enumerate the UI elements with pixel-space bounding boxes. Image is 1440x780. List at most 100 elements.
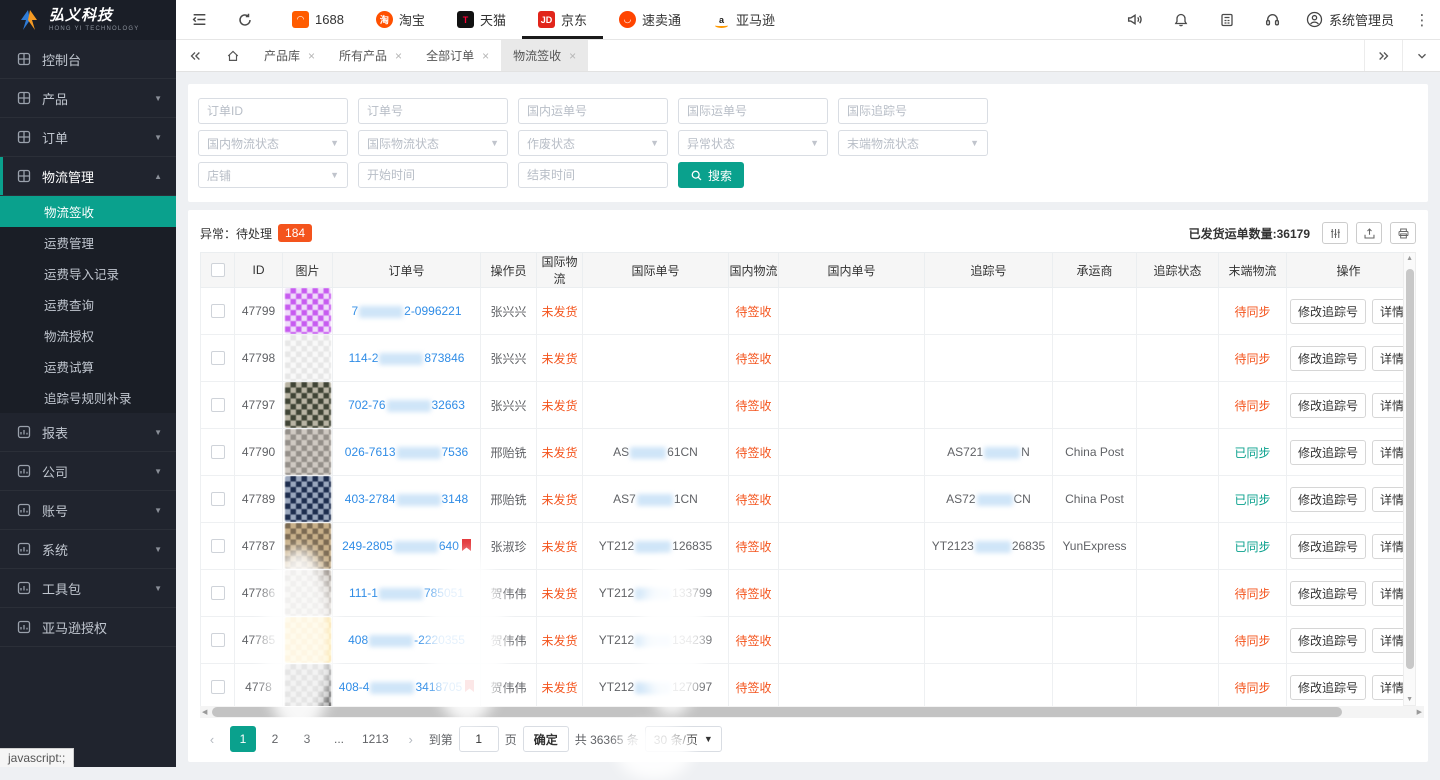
- detail-button[interactable]: 详情: [1372, 534, 1403, 559]
- order-number-link[interactable]: 114-2873846: [349, 351, 465, 365]
- sidebar-subitem[interactable]: 运费查询: [0, 289, 176, 320]
- sidebar-item[interactable]: 物流管理 ▲: [0, 157, 176, 196]
- page-number[interactable]: 2: [262, 726, 288, 752]
- platform-item[interactable]: T 天猫: [441, 0, 522, 39]
- sidebar-subitem[interactable]: 运费导入记录: [0, 258, 176, 289]
- tabs-scroll-right-icon[interactable]: [1364, 40, 1402, 71]
- product-image[interactable]: [285, 617, 331, 663]
- order-number-link[interactable]: 249-2805640: [342, 539, 459, 553]
- sidebar-subitem[interactable]: 运费管理: [0, 227, 176, 258]
- product-image[interactable]: [285, 429, 331, 475]
- detail-button[interactable]: 详情: [1372, 346, 1403, 371]
- tabs-scroll-left-icon[interactable]: [176, 40, 214, 71]
- row-checkbox[interactable]: [211, 445, 225, 459]
- detail-button[interactable]: 详情: [1372, 299, 1403, 324]
- edit-tracking-button[interactable]: 修改追踪号: [1290, 534, 1366, 559]
- detail-button[interactable]: 详情: [1372, 675, 1403, 700]
- platform-item[interactable]: JD 京东: [522, 0, 603, 39]
- order-number-link[interactable]: 403-27843148: [345, 492, 468, 506]
- page-tab[interactable]: 全部订单 ×: [414, 40, 501, 71]
- order-number-link[interactable]: 026-76137536: [345, 445, 468, 459]
- product-image[interactable]: [285, 523, 331, 569]
- product-image[interactable]: [285, 570, 331, 616]
- refresh-icon[interactable]: [222, 0, 268, 39]
- page-size-select[interactable]: 30 条/页 ▼: [645, 726, 722, 752]
- row-checkbox[interactable]: [211, 492, 225, 506]
- sidebar-item[interactable]: 订单 ▼: [0, 118, 176, 157]
- end-time-input[interactable]: [518, 162, 668, 188]
- filter-select[interactable]: 异常状态 ▼: [678, 130, 828, 156]
- product-image[interactable]: [285, 382, 331, 428]
- vertical-scrollbar-thumb[interactable]: [1406, 269, 1414, 669]
- filter-input[interactable]: [678, 98, 828, 124]
- headset-support-icon[interactable]: [1250, 0, 1296, 39]
- page-number[interactable]: ...: [326, 726, 352, 752]
- sidebar-item[interactable]: 系统 ▼: [0, 530, 176, 569]
- page-tab[interactable]: 物流签收 ×: [501, 40, 588, 71]
- edit-tracking-button[interactable]: 修改追踪号: [1290, 440, 1366, 465]
- horizontal-scrollbar-thumb[interactable]: [212, 707, 1342, 717]
- edit-tracking-button[interactable]: 修改追踪号: [1290, 487, 1366, 512]
- edit-tracking-button[interactable]: 修改追踪号: [1290, 393, 1366, 418]
- scroll-down-icon[interactable]: ▼: [1404, 696, 1415, 703]
- filter-input[interactable]: [198, 98, 348, 124]
- filter-select[interactable]: 作废状态 ▼: [518, 130, 668, 156]
- platform-item[interactable]: ◠ 1688: [276, 0, 360, 39]
- next-page-icon[interactable]: ›: [399, 726, 423, 752]
- sidebar-item[interactable]: 控制台: [0, 40, 176, 79]
- page-tab[interactable]: 所有产品 ×: [327, 40, 414, 71]
- row-checkbox[interactable]: [211, 586, 225, 600]
- page-number[interactable]: 1: [230, 726, 256, 752]
- row-checkbox[interactable]: [211, 304, 225, 318]
- horizontal-scrollbar[interactable]: ◀ ▶: [200, 706, 1424, 718]
- column-settings-button[interactable]: [1322, 222, 1348, 244]
- sidebar-subitem[interactable]: 追踪号规则补录: [0, 382, 176, 413]
- tabs-menu-icon[interactable]: [1402, 40, 1440, 71]
- product-image[interactable]: [285, 335, 331, 381]
- search-button[interactable]: 搜索: [678, 162, 744, 188]
- notification-bell-icon[interactable]: [1158, 0, 1204, 39]
- filter-select[interactable]: 国内物流状态 ▼: [198, 130, 348, 156]
- page-number[interactable]: 1213: [358, 726, 393, 752]
- detail-button[interactable]: 详情: [1372, 440, 1403, 465]
- filter-select[interactable]: 末端物流状态 ▼: [838, 130, 988, 156]
- more-options-icon[interactable]: ⋮: [1404, 0, 1440, 39]
- product-image[interactable]: [285, 476, 331, 522]
- tab-close-icon[interactable]: ×: [395, 49, 402, 63]
- detail-button[interactable]: 详情: [1372, 393, 1403, 418]
- row-checkbox[interactable]: [211, 539, 225, 553]
- tab-close-icon[interactable]: ×: [308, 49, 315, 63]
- filter-input[interactable]: [838, 98, 988, 124]
- edit-tracking-button[interactable]: 修改追踪号: [1290, 581, 1366, 606]
- row-checkbox[interactable]: [211, 398, 225, 412]
- product-image[interactable]: [285, 664, 331, 706]
- goto-page-input[interactable]: [459, 726, 499, 752]
- prev-page-icon[interactable]: ‹: [200, 726, 224, 752]
- collapse-sidebar-icon[interactable]: [176, 0, 222, 39]
- order-number-link[interactable]: 408-43418705: [339, 680, 462, 694]
- sidebar-subitem[interactable]: 运费试算: [0, 351, 176, 382]
- row-checkbox[interactable]: [211, 633, 225, 647]
- announcement-icon[interactable]: [1112, 0, 1158, 39]
- sidebar-item[interactable]: 亚马逊授权: [0, 608, 176, 647]
- order-number-link[interactable]: 408-2220355: [348, 633, 465, 647]
- sidebar-subitem[interactable]: 物流授权: [0, 320, 176, 351]
- sidebar-item[interactable]: 报表 ▼: [0, 413, 176, 452]
- start-time-input[interactable]: [358, 162, 508, 188]
- edit-tracking-button[interactable]: 修改追踪号: [1290, 675, 1366, 700]
- select-all-checkbox[interactable]: [211, 263, 225, 277]
- pending-link[interactable]: 待处理: [236, 225, 272, 242]
- detail-button[interactable]: 详情: [1372, 628, 1403, 653]
- scroll-right-icon[interactable]: ▶: [1417, 706, 1422, 718]
- user-menu[interactable]: 系统管理员: [1296, 0, 1404, 39]
- platform-item[interactable]: a 亚马逊: [697, 0, 791, 39]
- export-button[interactable]: [1356, 222, 1382, 244]
- row-checkbox[interactable]: [211, 680, 225, 694]
- platform-item[interactable]: ◡ 速卖通: [603, 0, 697, 39]
- page-tab[interactable]: 产品库 ×: [252, 40, 327, 71]
- confirm-page-button[interactable]: 确定: [523, 726, 569, 752]
- order-number-link[interactable]: 111-1785051: [349, 586, 464, 600]
- filter-input[interactable]: [358, 98, 508, 124]
- scroll-up-icon[interactable]: ▲: [1404, 255, 1415, 262]
- detail-button[interactable]: 详情: [1372, 581, 1403, 606]
